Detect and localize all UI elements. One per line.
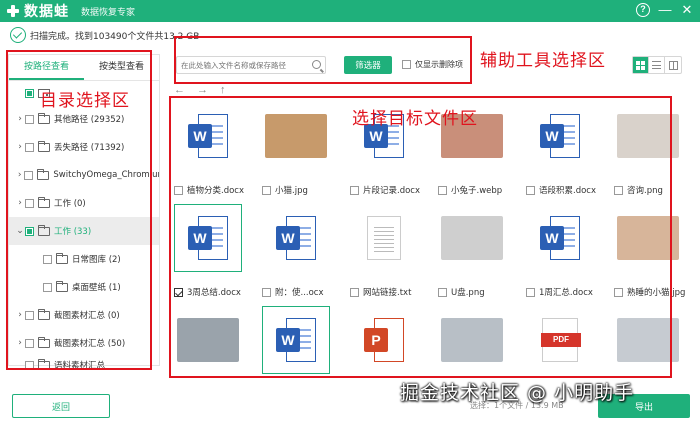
tools-area-annotation: 辅助工具选择区: [480, 51, 606, 71]
window-controls: ? — ✕: [636, 3, 694, 17]
up-arrow-icon[interactable]: ↑: [220, 84, 226, 96]
back-button[interactable]: 返回: [12, 394, 110, 418]
grid-icon: [636, 60, 645, 70]
app-name: 数据蛙: [24, 4, 69, 20]
title-bar: 数据蛙 数据恢复专家 ? — ✕: [0, 0, 700, 22]
minimize-icon[interactable]: —: [658, 3, 672, 17]
detail-icon: [668, 60, 678, 70]
check-circle-icon: [10, 27, 26, 43]
forward-arrow-icon[interactable]: →: [197, 84, 208, 96]
help-icon[interactable]: ?: [636, 3, 650, 17]
tools-area-frame: [174, 36, 472, 84]
path-navigation: ← → ↑: [174, 84, 226, 96]
list-icon: [652, 61, 661, 69]
dir-area-annotation: 目录选择区: [40, 91, 130, 111]
logo-cross-icon: [6, 4, 20, 18]
back-arrow-icon[interactable]: ←: [174, 84, 185, 96]
view-mode-switch: [632, 56, 682, 74]
scan-status: 扫描完成。找到103490个文件共13.2 GB: [10, 26, 199, 44]
files-area-annotation: 选择目标文件区: [352, 109, 478, 129]
grid-view-button[interactable]: [633, 57, 649, 73]
app-subtitle: 数据恢复专家: [81, 7, 136, 18]
list-view-button[interactable]: [649, 57, 665, 73]
detail-view-button[interactable]: [665, 57, 681, 73]
close-icon[interactable]: ✕: [680, 3, 694, 17]
watermark: 掘金技术社区 @ 小明助手: [400, 382, 635, 404]
app-logo: 数据蛙: [6, 1, 69, 21]
files-area-frame: [169, 96, 672, 378]
